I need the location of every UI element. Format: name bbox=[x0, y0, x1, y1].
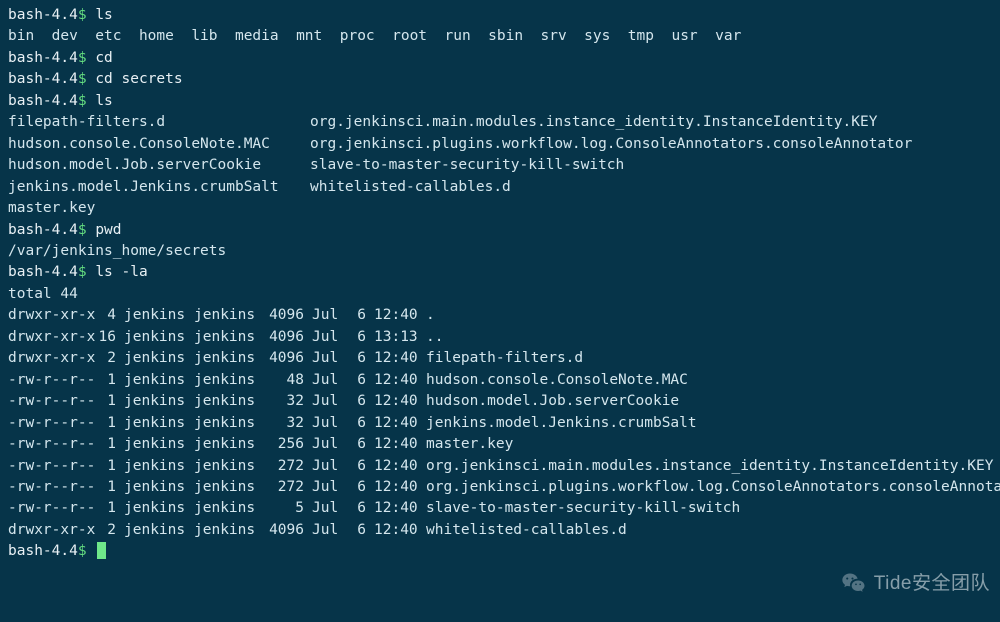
lsla-row: -rw-r--r--1jenkinsjenkins272Jul612:40org… bbox=[8, 477, 992, 498]
watermark: Tide安全团队 bbox=[840, 570, 990, 598]
wechat-icon bbox=[840, 570, 868, 598]
lsla-total: total 44 bbox=[8, 284, 992, 305]
lsla-row: -rw-r--r--1jenkinsjenkins32Jul612:40huds… bbox=[8, 391, 992, 412]
lsla-row: -rw-r--r--1jenkinsjenkins272Jul612:40org… bbox=[8, 456, 992, 477]
lsla-row: drwxr-xr-x16jenkinsjenkins4096Jul613:13.… bbox=[8, 327, 992, 348]
prompt-line: bash-4.4$ ls -la bbox=[8, 262, 992, 283]
ls-secrets-output: filepath-filters.dorg.jenkinsci.main.mod… bbox=[8, 112, 992, 219]
prompt-line: bash-4.4$ cd secrets bbox=[8, 69, 992, 90]
lsla-row: -rw-r--r--1jenkinsjenkins256Jul612:40mas… bbox=[8, 434, 992, 455]
ls-row: hudson.model.Job.serverCookieslave-to-ma… bbox=[8, 155, 992, 176]
prompt-line: bash-4.4$ ls bbox=[8, 91, 992, 112]
lsla-rows: drwxr-xr-x4jenkinsjenkins4096Jul612:40.d… bbox=[8, 305, 992, 541]
cursor-icon bbox=[97, 542, 106, 559]
lsla-row: drwxr-xr-x2jenkinsjenkins4096Jul612:40wh… bbox=[8, 520, 992, 541]
prompt-line: bash-4.4$ ls bbox=[8, 5, 992, 26]
lsla-row: drwxr-xr-x4jenkinsjenkins4096Jul612:40. bbox=[8, 305, 992, 326]
lsla-row: drwxr-xr-x2jenkinsjenkins4096Jul612:40fi… bbox=[8, 348, 992, 369]
lsla-row: -rw-r--r--1jenkinsjenkins48Jul612:40huds… bbox=[8, 370, 992, 391]
prompt-line: bash-4.4$ pwd bbox=[8, 220, 992, 241]
terminal-output[interactable]: bash-4.4$ ls bin dev etc home lib media … bbox=[8, 5, 992, 563]
watermark-text: Tide安全团队 bbox=[874, 570, 990, 598]
prompt-line-cursor[interactable]: bash-4.4$ bbox=[8, 541, 992, 562]
ls-row: jenkins.model.Jenkins.crumbSaltwhitelist… bbox=[8, 177, 992, 198]
lsla-row: -rw-r--r--1jenkinsjenkins5Jul612:40slave… bbox=[8, 498, 992, 519]
prompt-line: bash-4.4$ cd bbox=[8, 48, 992, 69]
ls-root-output: bin dev etc home lib media mnt proc root… bbox=[8, 26, 992, 47]
lsla-row: -rw-r--r--1jenkinsjenkins32Jul612:40jenk… bbox=[8, 413, 992, 434]
ls-row: filepath-filters.dorg.jenkinsci.main.mod… bbox=[8, 112, 992, 133]
pwd-output: /var/jenkins_home/secrets bbox=[8, 241, 992, 262]
ls-row: hudson.console.ConsoleNote.MACorg.jenkin… bbox=[8, 134, 992, 155]
ls-row: master.key bbox=[8, 198, 992, 219]
